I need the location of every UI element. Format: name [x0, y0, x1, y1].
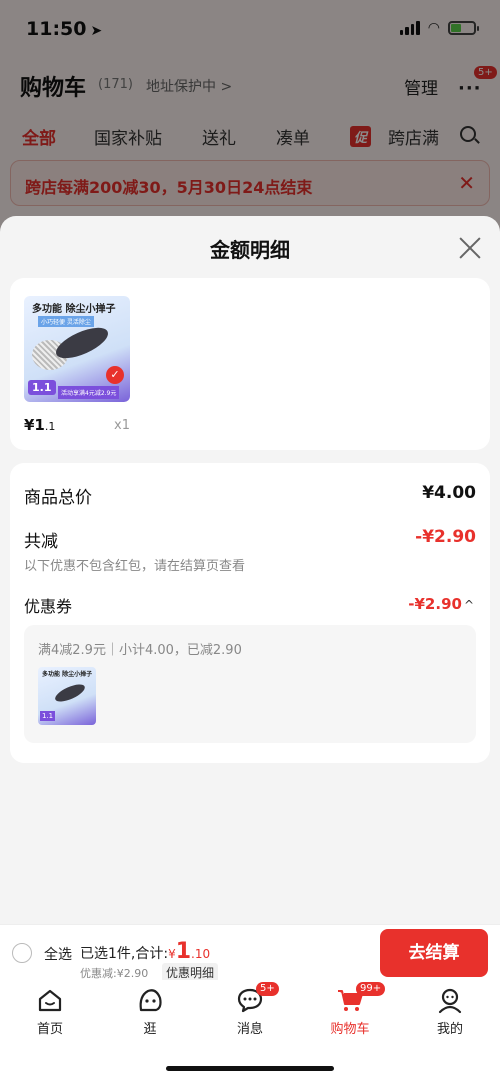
tab-messages-label: 消息 [236, 1022, 263, 1037]
coupon-label: 优惠券 [24, 597, 73, 616]
product-price-main: ¥1 [24, 416, 45, 434]
thumbnail-title: 多功能 除尘小掸子 [42, 671, 93, 678]
thumbnail-price: 1.1 [40, 711, 56, 721]
coupon-product-thumbnail: 多功能 除尘小掸子 1.1 [38, 667, 96, 725]
coupon-description: 满4减2.9元｜小计4.00，已减2.90 [38, 643, 242, 658]
cart-badge: 99+ [356, 982, 386, 996]
select-all-checkbox[interactable] [12, 943, 32, 963]
checkout-bar: 全选 已选1件,合计:¥1.10 优惠减:¥2.90 优惠明细 去结算 [0, 924, 500, 982]
cart-icon: 99+ [336, 982, 386, 1014]
close-icon[interactable] [458, 236, 482, 260]
product-image-activity: 活动享满4元减2.9元 [58, 386, 120, 399]
tab-home-label: 首页 [36, 1022, 63, 1037]
tab-cart-label: 购物车 [330, 1022, 370, 1037]
selected-summary: 已选1件,合计:¥1.10 [80, 939, 210, 964]
product-card: 多功能 除尘小掸子 小巧轻便 灵活除尘 1.1 活动享满4元减2.9元 ✓ ¥1… [10, 278, 490, 450]
total-yen: ¥ [168, 947, 176, 961]
amount-detail-sheet: 金额明细 多功能 除尘小掸子 小巧轻便 灵活除尘 1.1 活动享满4元减2.9元… [0, 216, 500, 924]
product-quantity: x1 [114, 418, 130, 433]
tab-profile-label: 我的 [436, 1022, 463, 1037]
total-integer: 1 [175, 939, 192, 964]
reduction-value: -¥2.90 [415, 527, 476, 547]
price-detail-card: 商品总价 ¥4.00 共减 -¥2.90 以下优惠不包含红包，请在结算页查看 优… [10, 463, 490, 763]
reduction-note: 以下优惠不包含红包，请在结算页查看 [24, 559, 246, 574]
tab-browse-label: 逛 [143, 1022, 157, 1037]
total-price-value: ¥4.00 [422, 483, 476, 503]
tab-browse[interactable]: 逛 [120, 986, 180, 1037]
mop-handle [51, 321, 113, 365]
chevron-up-icon: ^ [463, 598, 474, 612]
checkmark-icon[interactable]: ✓ [106, 366, 124, 384]
select-all-label[interactable]: 全选 [44, 944, 72, 964]
tab-messages[interactable]: 5+ 消息 [220, 982, 280, 1037]
coupon-amount: -¥2.90 [408, 595, 462, 613]
messages-badge: 5+ [256, 982, 279, 996]
product-image-price: 1.1 [28, 380, 56, 395]
product-price-decimal: .1 [44, 420, 56, 433]
profile-icon [436, 986, 464, 1014]
total-decimal: .10 [191, 947, 211, 961]
thumbnail-mop [52, 681, 88, 705]
discount-text: 优惠减:¥2.90 [80, 967, 149, 980]
coupon-detail-box: 满4减2.9元｜小计4.00，已减2.90 多功能 除尘小掸子 1.1 [24, 625, 476, 743]
home-indicator [166, 1066, 334, 1071]
total-price-label: 商品总价 [24, 488, 92, 508]
overlay-dim[interactable] [0, 0, 500, 240]
total-amount: ¥1.10 [168, 939, 211, 964]
reduction-label: 共减 [24, 532, 58, 552]
browse-icon [136, 986, 164, 1014]
product-image-subtitle: 小巧轻便 灵活除尘 [38, 316, 94, 327]
tab-cart[interactable]: 99+ 购物车 [320, 982, 386, 1037]
selected-count-text: 已选1件,合计: [80, 946, 169, 962]
tab-home[interactable]: 首页 [20, 986, 80, 1037]
product-image[interactable]: 多功能 除尘小掸子 小巧轻便 灵活除尘 1.1 活动享满4元减2.9元 [24, 296, 130, 402]
checkout-button[interactable]: 去结算 [380, 929, 488, 977]
product-image-title: 多功能 除尘小掸子 [32, 304, 116, 315]
message-icon: 5+ [236, 982, 279, 1014]
coupon-value[interactable]: -¥2.90 ^ [408, 595, 474, 613]
sheet-title: 金额明细 [210, 238, 290, 262]
product-price: ¥1.1 [24, 416, 55, 434]
tab-profile[interactable]: 我的 [420, 986, 480, 1037]
home-icon [36, 986, 64, 1014]
